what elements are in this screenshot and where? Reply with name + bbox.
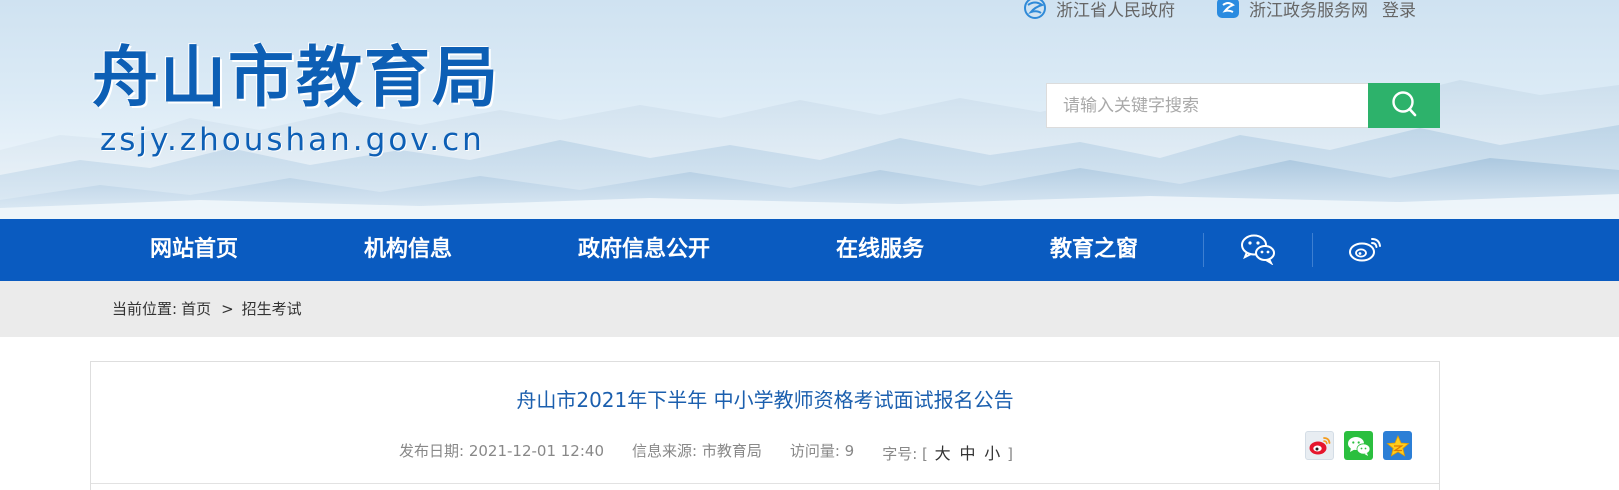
site-logo-chinese[interactable]: 舟山市教育局 bbox=[92, 44, 500, 110]
weibo-icon[interactable] bbox=[1348, 233, 1384, 269]
breadcrumb-current[interactable]: 招生考试 bbox=[242, 281, 302, 337]
wechat-share-button[interactable] bbox=[1344, 431, 1373, 460]
site-logo-domain[interactable]: zsjy.zhoushan.gov.cn bbox=[100, 125, 485, 156]
nav-divider bbox=[1312, 233, 1313, 267]
font-size-bracket: ] bbox=[1007, 445, 1013, 463]
nav-item-organization[interactable]: 机构信息 bbox=[364, 219, 452, 281]
font-size-label: 字号: [ bbox=[882, 445, 928, 463]
breadcrumb-separator: > bbox=[221, 300, 234, 318]
nav-item-gov-info[interactable]: 政府信息公开 bbox=[578, 219, 710, 281]
login-link[interactable]: 登录 bbox=[1382, 0, 1416, 21]
qzone-share-icon bbox=[1385, 434, 1410, 457]
breadcrumb: 当前位置: 首页 > 招生考试 bbox=[112, 281, 302, 337]
search-input[interactable] bbox=[1046, 83, 1368, 128]
info-source: 信息来源: 市教育局 bbox=[632, 442, 762, 460]
article-title: 舟山市2021年下半年 中小学教师资格考试面试报名公告 bbox=[516, 388, 1014, 412]
article-meta: 发布日期: 2021-12-01 12:40 信息来源: 市教育局 访问量: 9… bbox=[399, 440, 1013, 464]
breadcrumb-home-link[interactable]: 首页 bbox=[181, 281, 211, 337]
breadcrumb-bar: 当前位置: 首页 > 招生考试 bbox=[0, 281, 1619, 337]
font-size-control: 字号: [ 大 中 小 ] bbox=[882, 440, 1013, 464]
nav-item-education-window[interactable]: 教育之窗 bbox=[1050, 219, 1138, 281]
publish-date: 发布日期: 2021-12-01 12:40 bbox=[399, 442, 604, 460]
toplink-label: 浙江政务服务网 bbox=[1249, 0, 1368, 21]
weibo-share-button[interactable] bbox=[1305, 431, 1334, 460]
zhejiang-gov-icon bbox=[1022, 0, 1048, 19]
font-size-large-button[interactable]: 大 bbox=[935, 444, 951, 463]
nav-item-home[interactable]: 网站首页 bbox=[150, 219, 238, 281]
zjzwfw-icon bbox=[1215, 0, 1241, 19]
article-header-divider bbox=[91, 483, 1439, 484]
top-links: 浙江省人民政府 浙江政务服务网 登录 bbox=[1022, 0, 1416, 21]
search-box bbox=[1046, 83, 1440, 128]
weibo-share-icon bbox=[1309, 436, 1330, 454]
toplink-label: 浙江省人民政府 bbox=[1056, 0, 1175, 21]
font-size-medium-button[interactable]: 中 bbox=[959, 444, 975, 463]
font-size-small-button[interactable]: 小 bbox=[984, 444, 1000, 463]
wechat-icon[interactable] bbox=[1240, 233, 1276, 269]
search-button[interactable] bbox=[1368, 83, 1440, 128]
nav-divider bbox=[1203, 233, 1204, 267]
article-panel: 舟山市2021年下半年 中小学教师资格考试面试报名公告 发布日期: 2021-1… bbox=[90, 361, 1440, 490]
share-buttons bbox=[1305, 431, 1422, 460]
toplink-zhejiang-gov[interactable]: 浙江省人民政府 bbox=[1022, 0, 1175, 21]
nav-item-online-service[interactable]: 在线服务 bbox=[836, 219, 924, 281]
main-nav: 网站首页 机构信息 政府信息公开 在线服务 教育之窗 bbox=[0, 219, 1619, 281]
wechat-share-icon bbox=[1347, 436, 1370, 456]
breadcrumb-prefix: 当前位置: bbox=[112, 300, 178, 318]
header-banner: 舟山市教育局 zsjy.zhoushan.gov.cn 浙江省人民政府 浙江政务… bbox=[0, 0, 1619, 219]
toplink-zjzwfw[interactable]: 浙江政务服务网 bbox=[1215, 0, 1368, 21]
search-icon bbox=[1389, 89, 1419, 123]
qzone-share-button[interactable] bbox=[1383, 431, 1412, 460]
view-count: 访问量: 9 bbox=[789, 442, 855, 460]
